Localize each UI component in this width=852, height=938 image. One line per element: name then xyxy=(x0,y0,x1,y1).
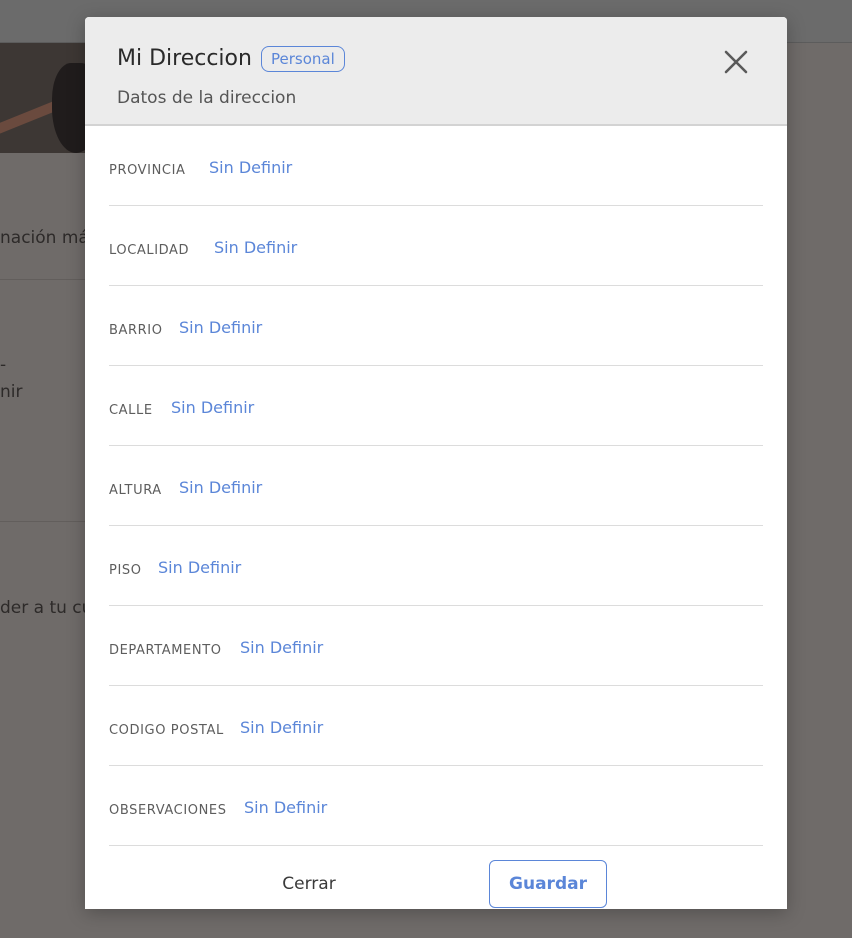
modal-subtitle: Datos de la direccion xyxy=(117,88,297,108)
field-value[interactable]: Sin Definir xyxy=(171,398,254,417)
field-value[interactable]: Sin Definir xyxy=(214,238,297,257)
field-row-observaciones: OBSERVACIONES Sin Definir xyxy=(109,766,763,846)
field-label: DEPARTAMENTO xyxy=(109,643,222,658)
save-button[interactable]: Guardar xyxy=(489,860,607,908)
field-row-piso: PISO Sin Definir xyxy=(109,526,763,606)
modal-footer: Cerrar Guardar xyxy=(85,860,787,909)
modal-header: Mi Direccion Personal Datos de la direcc… xyxy=(85,17,787,126)
field-row-calle: CALLE Sin Definir xyxy=(109,366,763,446)
field-value[interactable]: Sin Definir xyxy=(209,158,292,177)
field-value[interactable]: Sin Definir xyxy=(240,638,323,657)
field-label: BARRIO xyxy=(109,323,163,338)
background-text: nir xyxy=(0,382,23,402)
field-label: ALTURA xyxy=(109,483,162,498)
field-row-barrio: BARRIO Sin Definir xyxy=(109,286,763,366)
field-row-departamento: DEPARTAMENTO Sin Definir xyxy=(109,606,763,686)
field-label: PISO xyxy=(109,563,142,578)
address-fields-list: PROVINCIA Sin Definir LOCALIDAD Sin Defi… xyxy=(109,126,763,846)
field-value[interactable]: Sin Definir xyxy=(179,318,262,337)
field-label: OBSERVACIONES xyxy=(109,803,227,818)
background-text: - xyxy=(0,355,7,375)
field-row-provincia: PROVINCIA Sin Definir xyxy=(109,126,763,206)
address-modal: Mi Direccion Personal Datos de la direcc… xyxy=(85,17,787,909)
close-icon[interactable] xyxy=(721,47,751,77)
field-value[interactable]: Sin Definir xyxy=(179,478,262,497)
field-label: CODIGO POSTAL xyxy=(109,723,224,738)
field-row-altura: ALTURA Sin Definir xyxy=(109,446,763,526)
field-row-codigo-postal: CODIGO POSTAL Sin Definir xyxy=(109,686,763,766)
background-text: nación más xyxy=(0,228,98,248)
background-text: der a tu cu xyxy=(0,598,93,618)
field-row-localidad: LOCALIDAD Sin Definir xyxy=(109,206,763,286)
field-value[interactable]: Sin Definir xyxy=(158,558,241,577)
field-label: LOCALIDAD xyxy=(109,243,190,258)
modal-title: Mi Direccion xyxy=(117,46,252,71)
field-label: PROVINCIA xyxy=(109,163,186,178)
field-label: CALLE xyxy=(109,403,153,418)
field-value[interactable]: Sin Definir xyxy=(240,718,323,737)
field-value[interactable]: Sin Definir xyxy=(244,798,327,817)
personal-badge: Personal xyxy=(261,46,345,72)
close-button[interactable]: Cerrar xyxy=(265,860,353,908)
